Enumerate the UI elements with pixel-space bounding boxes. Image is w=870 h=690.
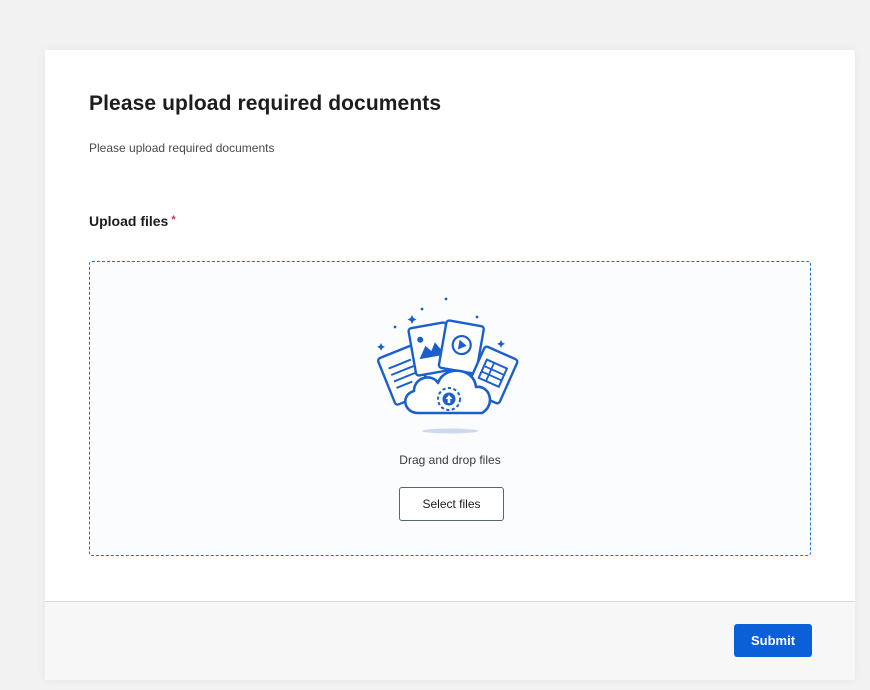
form-footer: Submit <box>45 601 855 680</box>
form-title: Please upload required documents <box>89 92 442 115</box>
required-marker: * <box>171 214 176 226</box>
cloud-upload-documents-icon <box>376 297 519 434</box>
upload-files-label-text: Upload files <box>89 213 169 229</box>
submit-button[interactable]: Submit <box>734 624 812 657</box>
upload-files-label: Upload files * <box>89 213 176 229</box>
file-dropzone[interactable]: Drag and drop files Select files <box>89 261 811 556</box>
drag-drop-text: Drag and drop files <box>399 453 501 467</box>
form-description: Please upload required documents <box>89 141 275 155</box>
upload-form-card: Please upload required documents Please … <box>45 50 855 680</box>
select-files-button[interactable]: Select files <box>399 487 504 521</box>
